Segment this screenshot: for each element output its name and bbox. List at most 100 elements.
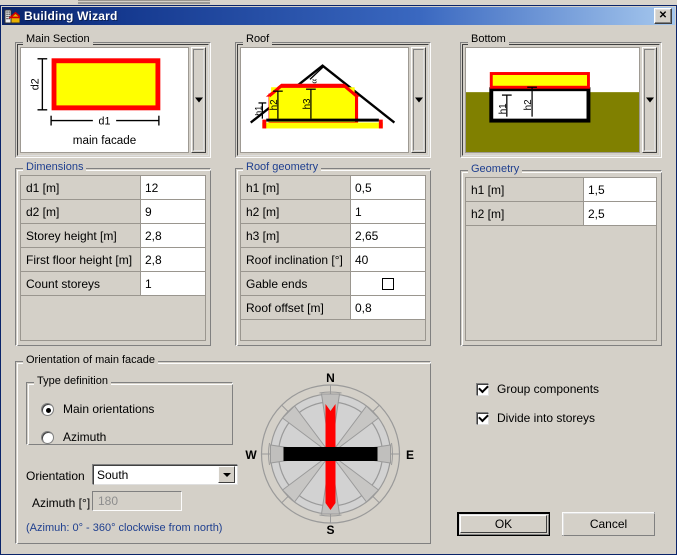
background-window-titlebar-edge: [78, 2, 210, 4]
checkbox-group-components[interactable]: Group components: [476, 382, 599, 396]
cancel-button[interactable]: Cancel: [562, 512, 655, 536]
type-definition-group: Type definition Main orientations Azimut…: [26, 375, 233, 445]
close-icon[interactable]: ✕: [654, 8, 672, 24]
table-row[interactable]: Roof inclination [°] 40: [241, 248, 425, 272]
orientation-select[interactable]: South: [92, 464, 238, 485]
row-value[interactable]: 9: [141, 200, 205, 223]
svg-text:h3: h3: [302, 98, 313, 109]
main-section-preview-inner: d2 d1 d1 main facade: [17, 44, 209, 156]
table-row[interactable]: h1 [m] 0,5: [241, 176, 425, 200]
bottom-preview-panel: h1 h2: [460, 42, 662, 158]
dimensions-table: d1 [m] 12 d2 [m] 9 Storey height [m] 2,8…: [20, 175, 206, 341]
main-section-preview-panel: d2 d1 d1 main facade: [15, 42, 211, 158]
orientation-group-label: Orientation of main facade: [23, 354, 159, 367]
radio-unselected-icon[interactable]: [41, 430, 54, 444]
roof-geometry-group: Roof geometry h1 [m] 0,5 h2 [m] 1 h3 [m]…: [235, 161, 431, 346]
row-value[interactable]: 12: [141, 176, 205, 199]
svg-text:h1: h1: [498, 103, 509, 114]
roof-diagram: h1 h2 h3 α: [240, 47, 409, 153]
table-row[interactable]: h2 [m] 1: [241, 200, 425, 224]
row-label: First floor height [m]: [21, 248, 141, 271]
bottom-diagram: h1 h2: [465, 47, 640, 153]
svg-text:W: W: [245, 448, 257, 462]
row-value[interactable]: 2,65: [351, 224, 425, 247]
ok-button[interactable]: OK: [457, 512, 550, 536]
svg-text:E: E: [406, 448, 414, 462]
table-row[interactable]: d1 [m] 12: [21, 176, 205, 200]
main-section-scrollbar[interactable]: [191, 47, 206, 153]
gable-ends-checkbox[interactable]: [382, 277, 394, 290]
svg-text:h2: h2: [523, 99, 534, 110]
bottom-preview-inner: h1 h2: [462, 44, 660, 156]
table-row[interactable]: Storey height [m] 2,8: [21, 224, 205, 248]
row-label: Count storeys: [21, 272, 141, 295]
row-label: h2 [m]: [241, 200, 351, 223]
table-row[interactable]: h1 [m] 1,5: [466, 178, 656, 202]
radio-azimuth[interactable]: Azimuth: [41, 430, 106, 444]
svg-text:h2: h2: [269, 99, 280, 110]
azimuth-input[interactable]: 180: [92, 491, 182, 511]
window-title: Building Wizard: [24, 9, 118, 23]
chevron-down-icon[interactable]: [645, 97, 654, 103]
radio-main-orientations[interactable]: Main orientations: [41, 402, 154, 416]
row-label: d2 [m]: [21, 200, 141, 223]
table-row[interactable]: Count storeys 1: [21, 272, 205, 296]
checkbox-label: Group components: [497, 382, 600, 396]
orientation-group: Orientation of main facade Type definiti…: [15, 354, 431, 544]
type-definition-group-label: Type definition: [34, 375, 111, 388]
row-value[interactable]: 0,8: [351, 296, 425, 319]
table-row[interactable]: d2 [m] 9: [21, 200, 205, 224]
table-row[interactable]: h2 [m] 2,5: [466, 202, 656, 226]
check-tick: [478, 411, 489, 422]
roof-geometry-group-label: Roof geometry: [243, 161, 322, 174]
title-bar[interactable]: Building Wizard ✕: [2, 7, 675, 25]
chevron-down-icon[interactable]: [414, 97, 423, 103]
bottom-scrollbar[interactable]: [642, 47, 657, 153]
checkbox-divide-into-storeys[interactable]: Divide into storeys: [476, 411, 595, 425]
row-label: h2 [m]: [466, 202, 584, 225]
radio-label: Main orientations: [63, 402, 155, 416]
row-value[interactable]: 2,8: [141, 248, 205, 271]
chevron-down-icon[interactable]: [218, 466, 235, 483]
building-wizard-icon: [4, 9, 23, 24]
azimuth-hint: (Azimuh: 0° - 360° clockwise from north): [26, 522, 223, 534]
table-row[interactable]: Gable ends: [241, 272, 425, 296]
row-label: d1 [m]: [21, 176, 141, 199]
azimuth-field-label: Azimuth [°]: [32, 496, 91, 510]
row-value[interactable]: 2,5: [584, 202, 656, 225]
table-row[interactable]: h3 [m] 2,65: [241, 224, 425, 248]
row-value[interactable]: 0,5: [351, 176, 425, 199]
checkbox-checked-icon[interactable]: [476, 382, 489, 396]
row-label: h3 [m]: [241, 224, 351, 247]
svg-text:α: α: [309, 79, 319, 84]
compass-rose[interactable]: N S E W: [243, 368, 418, 538]
checkbox-checked-icon[interactable]: [476, 411, 489, 425]
table-row[interactable]: Roof offset [m] 0,8: [241, 296, 425, 320]
orientation-field-label: Orientation: [26, 469, 85, 483]
row-value[interactable]: 1: [351, 200, 425, 223]
chevron-down-icon[interactable]: [194, 97, 203, 103]
check-tick: [478, 382, 489, 393]
roof-scrollbar[interactable]: [411, 47, 426, 153]
row-label: Roof offset [m]: [241, 296, 351, 319]
row-label: h1 [m]: [466, 178, 584, 201]
geometry-group-label: Geometry: [468, 163, 523, 176]
row-label: Storey height [m]: [21, 224, 141, 247]
geometry-table: h1 [m] 1,5 h2 [m] 2,5: [465, 177, 657, 341]
svg-text:N: N: [326, 371, 335, 385]
dimensions-group: Dimensions d1 [m] 12 d2 [m] 9 Storey hei…: [15, 161, 211, 346]
dimensions-group-label: Dimensions: [23, 161, 87, 174]
table-row[interactable]: First floor height [m] 2,8: [21, 248, 205, 272]
row-value[interactable]: 40: [351, 248, 425, 271]
row-value[interactable]: 2,8: [141, 224, 205, 247]
roof-preview-inner: h1 h2 h3 α: [237, 44, 429, 156]
radio-selected-icon[interactable]: [41, 402, 54, 416]
row-label: Roof inclination [°]: [241, 248, 351, 271]
row-value[interactable]: [351, 272, 425, 295]
row-value[interactable]: 1,5: [584, 178, 656, 201]
roof-geometry-table: h1 [m] 0,5 h2 [m] 1 h3 [m] 2,65 Roof inc…: [240, 175, 426, 341]
cancel-button-label: Cancel: [589, 517, 628, 531]
roof-group-label: Roof: [243, 33, 273, 46]
row-value[interactable]: 1: [141, 272, 205, 295]
checkbox-label: Divide into storeys: [497, 411, 596, 425]
